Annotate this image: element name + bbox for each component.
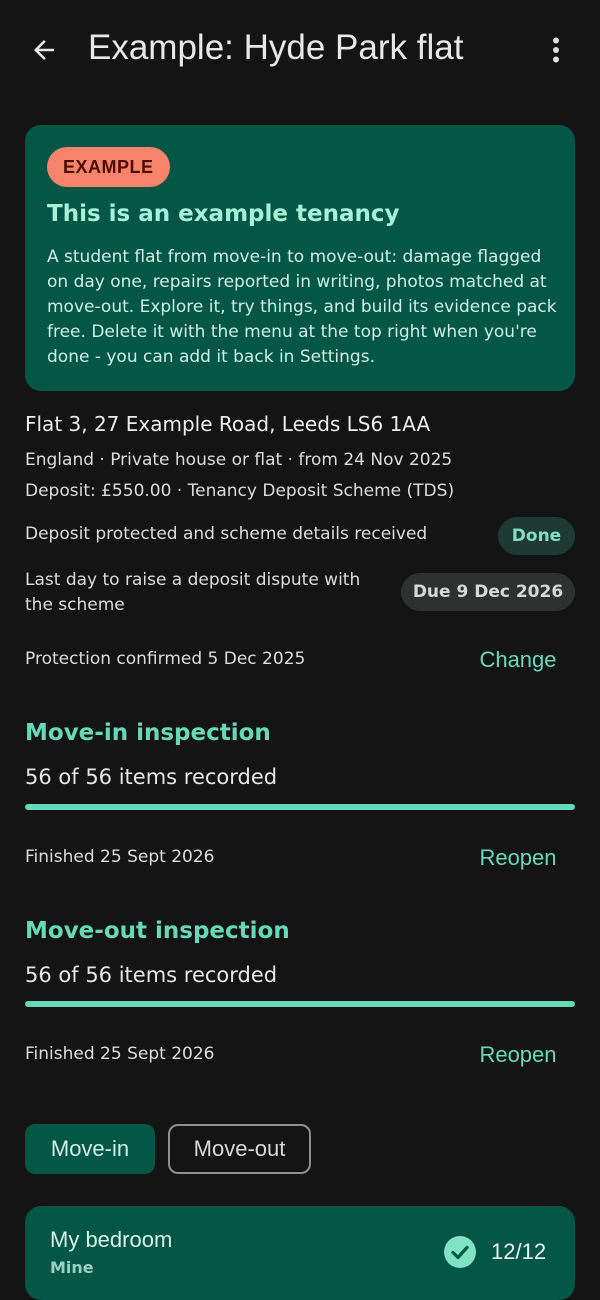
dispute-deadline-text: Last day to raise a deposit dispute with… xyxy=(25,570,361,615)
move-out-reopen-button[interactable]: Reopen xyxy=(463,1033,573,1077)
arrow-left-icon xyxy=(34,40,54,60)
move-in-inspection-title: Move-in inspection xyxy=(25,720,271,746)
tenancy-address: Flat 3, 27 Example Road, Leeds LS6 1AA xyxy=(25,412,431,436)
example-card-heading: This is an example tenancy xyxy=(47,201,400,227)
example-card-body: A student flat from move-in to move-out:… xyxy=(47,247,557,367)
move-out-progress-fill xyxy=(25,1001,575,1007)
deposit-protected-text: Deposit protected and scheme details rec… xyxy=(25,524,428,544)
example-tenancy-card: EXAMPLE This is an example tenancy A stu… xyxy=(25,125,575,391)
tenancy-meta-line2: Deposit: £550.00 · Tenancy Deposit Schem… xyxy=(25,481,455,501)
move-in-items-recorded: 56 of 56 items recorded xyxy=(25,765,278,789)
app-bar: Example: Hyde Park flat xyxy=(0,0,600,100)
more-options-button[interactable] xyxy=(540,30,572,70)
move-in-progress-fill xyxy=(25,804,575,810)
deposit-protected-status-chip: Done xyxy=(498,517,575,555)
room-card[interactable]: My bedroom Mine 12/12 xyxy=(25,1206,575,1300)
more-vert-icon xyxy=(553,37,559,63)
move-out-items-recorded: 56 of 56 items recorded xyxy=(25,963,278,987)
move-in-reopen-button[interactable]: Reopen xyxy=(463,836,573,880)
room-owner: Mine xyxy=(50,1258,94,1277)
tenancy-meta-line1: England · Private house or flat · from 2… xyxy=(25,450,453,470)
move-out-progress-bar xyxy=(25,1001,575,1007)
tab-move-out[interactable]: Move-out xyxy=(168,1124,311,1174)
page-title: Example: Hyde Park flat xyxy=(88,28,464,67)
move-out-finished-date: Finished 25 Sept 2026 xyxy=(25,1044,215,1064)
protection-confirmed-text: Protection confirmed 5 Dec 2025 xyxy=(25,649,306,669)
dispute-deadline-chip: Due 9 Dec 2026 xyxy=(401,573,575,611)
back-button[interactable] xyxy=(24,30,64,70)
move-in-finished-date: Finished 25 Sept 2026 xyxy=(25,847,215,867)
room-name: My bedroom xyxy=(50,1227,173,1252)
example-badge: EXAMPLE xyxy=(47,147,170,187)
move-in-progress-bar xyxy=(25,804,575,810)
check-circle-icon xyxy=(444,1236,476,1268)
move-out-inspection-title: Move-out inspection xyxy=(25,918,290,944)
tab-move-in[interactable]: Move-in xyxy=(25,1124,155,1174)
room-item-count: 12/12 xyxy=(491,1239,547,1264)
change-protection-button[interactable]: Change xyxy=(463,638,573,682)
